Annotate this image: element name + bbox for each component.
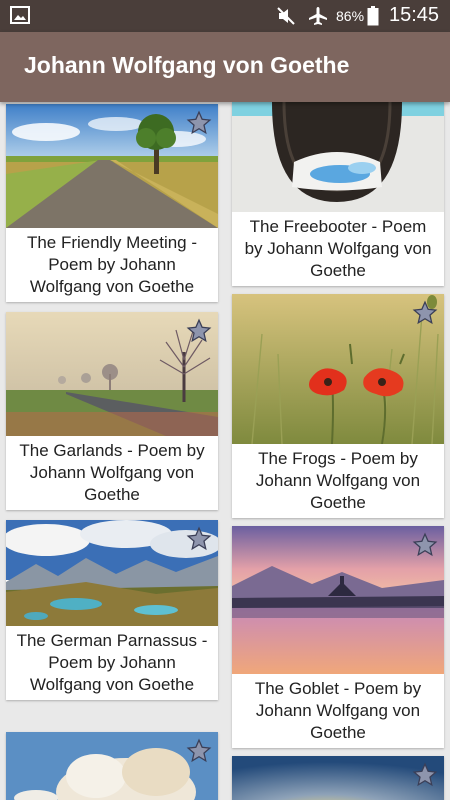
battery-icon bbox=[367, 6, 379, 31]
poem-title[interactable]: The Freebooter - Poem by Johann Wolfgang… bbox=[232, 212, 444, 286]
battery-percent: 86% bbox=[336, 8, 365, 24]
poem-card[interactable] bbox=[232, 756, 444, 800]
favorite-star-icon[interactable] bbox=[412, 532, 438, 558]
status-bar: 86% 15:45 bbox=[0, 0, 450, 32]
favorite-star-icon[interactable] bbox=[186, 110, 212, 136]
favorite-star-icon[interactable] bbox=[186, 526, 212, 552]
poem-title[interactable]: The Friendly Meeting - Poem by Johann Wo… bbox=[6, 228, 218, 302]
poem-thumbnail[interactable] bbox=[232, 526, 444, 674]
poem-thumbnail[interactable] bbox=[6, 312, 218, 436]
poem-thumbnail[interactable] bbox=[6, 732, 218, 800]
app-bar: Johann Wolfgang von Goethe bbox=[0, 32, 450, 102]
poem-title[interactable]: The Frogs - Poem by Johann Wolfgang von … bbox=[232, 444, 444, 518]
favorite-star-icon[interactable] bbox=[412, 762, 438, 788]
poem-feed[interactable]: The Friendly Meeting - Poem by Johann Wo… bbox=[0, 102, 450, 800]
airplane-mode-icon bbox=[307, 6, 329, 31]
page-title: Johann Wolfgang von Goethe bbox=[24, 52, 350, 78]
gallery-notification-icon bbox=[10, 6, 30, 29]
poem-title[interactable]: The Goblet - Poem by Johann Wolfgang von… bbox=[232, 674, 444, 748]
poem-thumbnail[interactable] bbox=[6, 104, 218, 228]
poem-thumbnail[interactable] bbox=[6, 520, 218, 626]
poem-title[interactable]: The German Parnassus - Poem by Johann Wo… bbox=[6, 626, 218, 700]
poem-thumbnail[interactable] bbox=[232, 294, 444, 444]
favorite-star-icon[interactable] bbox=[186, 318, 212, 344]
favorite-star-icon[interactable] bbox=[186, 738, 212, 764]
clock: 15:45 bbox=[389, 4, 440, 26]
poem-thumbnail[interactable] bbox=[232, 102, 444, 212]
mute-icon bbox=[276, 7, 296, 30]
favorite-star-icon[interactable] bbox=[412, 300, 438, 326]
poem-thumbnail[interactable] bbox=[232, 756, 444, 800]
poem-card[interactable]: The Freebooter - Poem by Johann Wolfgang… bbox=[232, 102, 444, 286]
poem-card[interactable]: The Garlands - Poem by Johann Wolfgang v… bbox=[6, 312, 218, 510]
poem-card[interactable]: The Friendly Meeting - Poem by Johann Wo… bbox=[6, 104, 218, 302]
poem-card[interactable]: The German Parnassus - Poem by Johann Wo… bbox=[6, 520, 218, 700]
poem-card[interactable]: The Goblet - Poem by Johann Wolfgang von… bbox=[232, 526, 444, 748]
poem-card[interactable] bbox=[6, 732, 218, 800]
poem-card[interactable]: The Frogs - Poem by Johann Wolfgang von … bbox=[232, 294, 444, 518]
poem-title[interactable]: The Garlands - Poem by Johann Wolfgang v… bbox=[6, 436, 218, 510]
